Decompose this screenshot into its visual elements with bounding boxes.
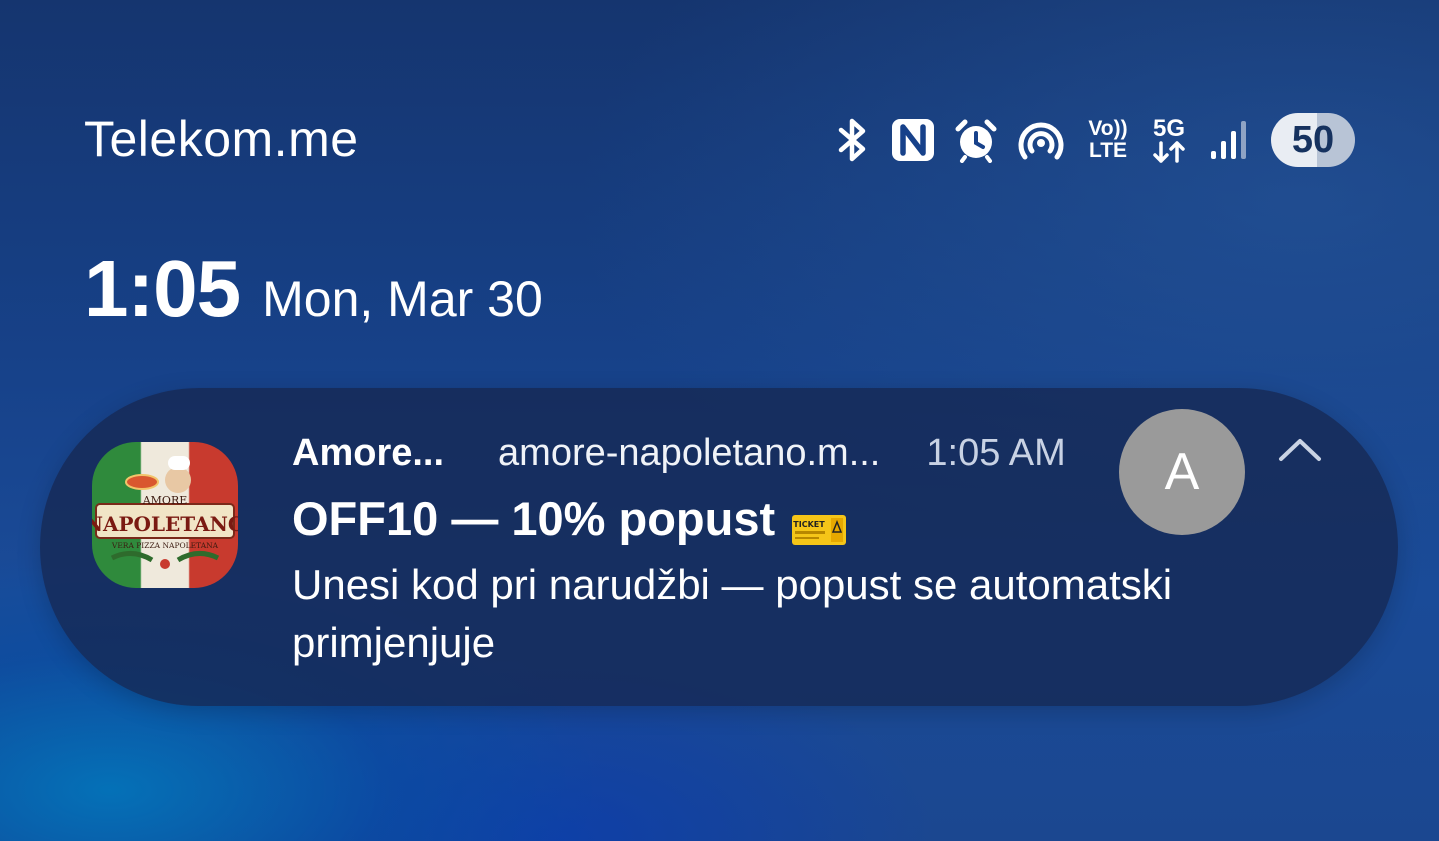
chevron-up-icon (1279, 439, 1321, 461)
collapse-button[interactable] (1276, 432, 1324, 468)
notification-header: Amore... amore-napoletano.m... 1:05 AM (292, 428, 1066, 478)
bluetooth-icon (829, 112, 877, 168)
5g-data-icon: 5G (1141, 112, 1197, 168)
notification-title-row: OFF10 — 10% popust TICKET (292, 490, 847, 548)
app-icon-top-text: AMORE (142, 494, 188, 507)
nfc-icon (885, 112, 941, 168)
volte-bottom-label: LTE (1088, 139, 1128, 162)
notification-app-name: Amore... (292, 432, 445, 474)
notification-sender: amore-napoletano.m... (498, 432, 881, 474)
app-icon: AMORE NAPOLETANO VERA PIZZA NAPOLETANA (92, 442, 238, 588)
notification-card[interactable]: AMORE NAPOLETANO VERA PIZZA NAPOLETANA A… (40, 388, 1398, 706)
network-type-label: 5G (1152, 115, 1185, 142)
lock-clock: 1:05 Mon, Mar 30 (84, 244, 543, 334)
clock-time: 1:05 (84, 244, 241, 333)
battery-indicator: 50 (1271, 113, 1355, 167)
ticket-emoji-text: TICKET (793, 520, 825, 529)
hotspot-icon (1011, 112, 1071, 168)
app-icon-bottom-text: VERA PIZZA NAPOLETANA (111, 541, 219, 550)
avatar: A (1119, 409, 1245, 535)
alarm-icon (947, 112, 1005, 168)
volte-top-label: Vo)) (1088, 117, 1128, 140)
signal-icon (1201, 112, 1257, 168)
clock-date: Mon, Mar 30 (262, 271, 543, 327)
notification-time: 1:05 AM (926, 432, 1066, 474)
notification-title: OFF10 — 10% popust (292, 492, 776, 545)
status-icons: Vo)) LTE 5G 50 (829, 112, 1355, 168)
volte-icon: Vo)) LTE (1077, 112, 1139, 168)
ticket-icon: TICKET (791, 502, 847, 545)
carrier-name: Telekom.me (84, 111, 359, 167)
app-icon-main-text: NAPOLETANO (92, 512, 238, 536)
notification-body: Unesi kod pri narudžbi — popust se autom… (292, 561, 1173, 666)
